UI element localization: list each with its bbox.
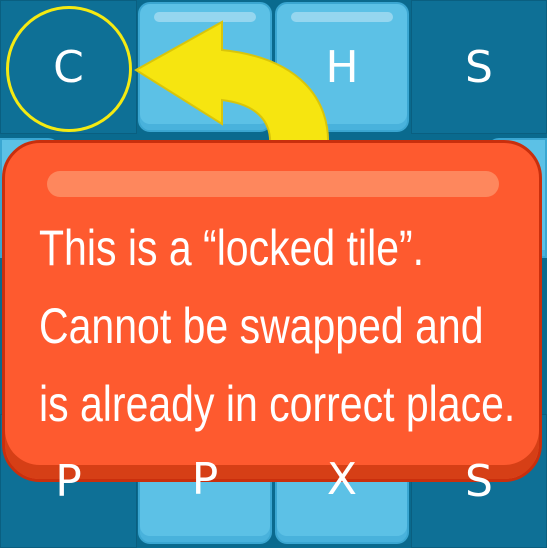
tutorial-message: This is a “locked tile”. Cannot be swapp… bbox=[39, 209, 516, 443]
tile-letter: P bbox=[55, 455, 82, 507]
tile-letter: S bbox=[465, 455, 493, 507]
tutorial-line: This is a “locked tile”. bbox=[39, 220, 425, 276]
tutorial-line: is already in correct place. bbox=[39, 376, 516, 432]
tutorial-callout: This is a “locked tile”. Cannot be swapp… bbox=[2, 140, 542, 482]
tutorial-line: Cannot be swapped and bbox=[39, 298, 484, 354]
tile-letter: P bbox=[191, 453, 219, 505]
tile-letter: H bbox=[325, 41, 359, 93]
tile-letter: C bbox=[53, 41, 84, 93]
callout-gloss bbox=[47, 171, 499, 197]
tile-letter: S bbox=[465, 41, 493, 93]
tile-letter: X bbox=[326, 453, 358, 505]
